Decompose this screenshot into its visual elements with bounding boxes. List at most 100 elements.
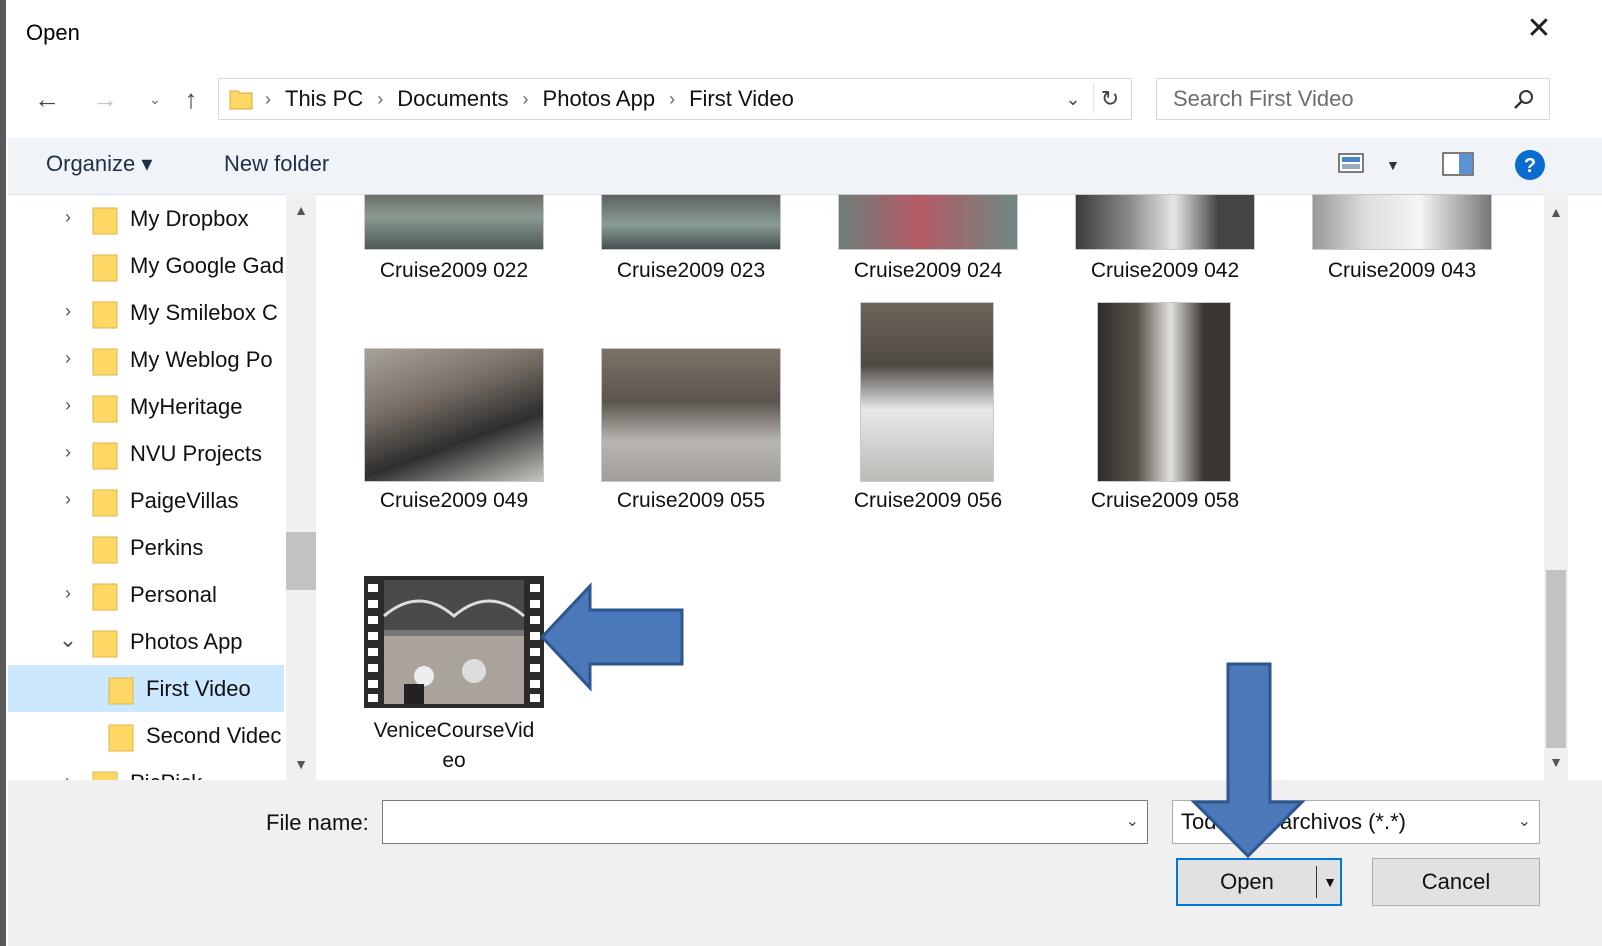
folder-icon <box>92 254 118 282</box>
breadcrumb-first-video[interactable]: First Video <box>689 86 794 112</box>
view-options-chevron-icon[interactable]: ▼ <box>1386 139 1400 191</box>
folder-icon <box>92 583 118 611</box>
open-button[interactable]: Open ▼ <box>1176 858 1342 906</box>
chevron-right-icon[interactable]: › <box>58 489 78 509</box>
command-bar: Organize ▾ New folder ▼ ? <box>8 138 1602 195</box>
file-name: Cruise2009 049 <box>379 489 529 512</box>
close-icon[interactable]: ✕ <box>1524 14 1554 44</box>
file-item-cruise2009-056[interactable]: Cruise2009 056 <box>828 302 1028 522</box>
sidebar-item-label: NVU Projects <box>130 441 263 466</box>
scroll-up-icon[interactable]: ▲ <box>286 198 316 222</box>
address-dropdown-icon[interactable]: ⌄ <box>1059 85 1087 113</box>
scroll-down-icon[interactable]: ▼ <box>286 752 316 776</box>
navigation-pane[interactable]: › My Dropbox My Google Gad › My Smilebox… <box>8 194 284 780</box>
file-item-cruise2009-055[interactable]: Cruise2009 055 <box>591 302 791 522</box>
scrollbar-thumb[interactable] <box>286 532 316 590</box>
breadcrumb-documents[interactable]: Documents <box>397 86 508 112</box>
sidebar-item-label: My Google Gad <box>130 253 284 278</box>
sidebar-item-personal[interactable]: › Personal <box>8 571 284 618</box>
chevron-right-icon[interactable]: › <box>58 207 78 227</box>
folder-icon <box>92 489 118 517</box>
chevron-right-icon[interactable]: › <box>58 301 78 321</box>
sidebar-item-label: My Weblog Po <box>130 347 273 372</box>
sidebar-item-label: MyHeritage <box>130 394 243 419</box>
photo-thumbnail <box>1075 194 1255 250</box>
sidebar-item-paigevillas[interactable]: › PaigeVillas <box>8 477 284 524</box>
cancel-button[interactable]: Cancel <box>1372 858 1540 906</box>
sidebar-item-perkins[interactable]: Perkins <box>8 524 284 571</box>
chevron-down-icon[interactable]: ⌄ <box>1126 811 1139 831</box>
file-item-cruise2009-043[interactable]: Cruise2009 043 <box>1302 194 1502 294</box>
sidebar-item-myheritage[interactable]: › MyHeritage <box>8 383 284 430</box>
sidebar-item-label: First Video <box>146 676 251 701</box>
chevron-right-icon[interactable]: › <box>58 395 78 415</box>
help-icon[interactable]: ? <box>1514 149 1546 181</box>
new-folder-button[interactable]: New folder <box>224 138 329 190</box>
scroll-down-icon[interactable]: ▼ <box>1544 750 1568 774</box>
video-thumbnail <box>364 576 544 708</box>
file-item-cruise2009-042[interactable]: Cruise2009 042 <box>1065 194 1265 294</box>
photo-thumbnail <box>601 348 781 482</box>
chevron-right-icon[interactable]: › <box>58 442 78 462</box>
change-view-icon[interactable] <box>1338 151 1366 175</box>
sidebar-item-my-smilebox[interactable]: › My Smilebox C <box>8 289 284 336</box>
chevron-down-icon[interactable]: ⌄ <box>140 82 170 116</box>
file-list[interactable]: Cruise2009 022 Cruise2009 023 Cruise2009… <box>318 194 1544 780</box>
sidebar-item-nvu-projects[interactable]: › NVU Projects <box>8 430 284 477</box>
refresh-icon[interactable]: ↻ <box>1093 85 1126 113</box>
sidebar-item-second-video[interactable]: Second Videc <box>8 712 284 759</box>
file-item-cruise2009-022[interactable]: Cruise2009 022 <box>354 194 554 294</box>
organize-button[interactable]: Organize ▾ <box>46 138 152 190</box>
breadcrumb-separator: › <box>522 88 529 109</box>
photo-thumbnail <box>1312 194 1492 250</box>
chevron-right-icon[interactable]: › <box>58 771 78 780</box>
photo-thumbnail <box>364 348 544 482</box>
up-arrow-icon[interactable]: ↑ <box>176 82 206 116</box>
scroll-up-icon[interactable]: ▲ <box>1544 200 1568 224</box>
photo-thumbnail <box>601 194 781 250</box>
content-scrollbar[interactable]: ▲ ▼ <box>1544 194 1568 780</box>
sidebar-item-picpick[interactable]: › PicPick <box>8 759 284 780</box>
file-item-cruise2009-024[interactable]: Cruise2009 024 <box>828 194 1028 294</box>
sidebar-item-label: PicPick <box>130 759 202 780</box>
chevron-right-icon[interactable]: › <box>58 583 78 603</box>
file-name-input[interactable]: ⌄ <box>382 800 1148 844</box>
sidebar-item-photos-app[interactable]: ⌄ Photos App <box>8 618 284 665</box>
address-bar[interactable]: › This PC › Documents › Photos App › Fir… <box>218 78 1132 120</box>
search-box[interactable]: Search First Video <box>1156 78 1550 120</box>
sidebar-scrollbar[interactable]: ▲ ▼ <box>286 194 316 780</box>
file-name: Cruise2009 024 <box>853 259 1003 282</box>
file-name-line2: eo <box>442 749 466 772</box>
chevron-down-icon[interactable]: ⌄ <box>1518 811 1531 831</box>
breadcrumb-separator: › <box>265 88 271 109</box>
sidebar-item-my-dropbox[interactable]: › My Dropbox <box>8 195 284 242</box>
sidebar-item-label: Personal <box>130 582 217 607</box>
annotation-arrow-down <box>1190 662 1306 859</box>
sidebar-item-label: My Smilebox C <box>130 300 278 325</box>
file-item-venicecoursevideo[interactable]: VeniceCourseVid eo <box>354 576 554 776</box>
file-item-cruise2009-058[interactable]: Cruise2009 058 <box>1065 302 1265 522</box>
sidebar-item-first-video[interactable]: First Video <box>8 665 284 712</box>
photo-thumbnail <box>860 302 994 482</box>
search-icon[interactable] <box>1513 88 1535 110</box>
chevron-right-icon[interactable]: › <box>58 348 78 368</box>
chevron-down-icon[interactable]: ⌄ <box>58 629 78 651</box>
sidebar-item-label: Photos App <box>130 629 243 654</box>
breadcrumb-this-pc[interactable]: This PC <box>285 86 363 112</box>
folder-icon <box>92 630 118 658</box>
annotation-arrow-left <box>539 582 684 692</box>
open-dropdown-icon[interactable]: ▼ <box>1320 860 1340 904</box>
breadcrumb-photos-app[interactable]: Photos App <box>543 86 656 112</box>
sidebar-item-my-google-gadgets[interactable]: My Google Gad <box>8 242 284 289</box>
dialog-title: Open <box>26 20 80 45</box>
file-item-cruise2009-049[interactable]: Cruise2009 049 <box>354 302 554 522</box>
file-item-cruise2009-023[interactable]: Cruise2009 023 <box>591 194 791 294</box>
sidebar-item-my-weblog-posts[interactable]: › My Weblog Po <box>8 336 284 383</box>
search-input[interactable]: Search First Video <box>1173 79 1354 119</box>
forward-arrow-icon[interactable]: → <box>90 82 120 116</box>
back-arrow-icon[interactable]: ← <box>32 82 62 116</box>
file-name: Cruise2009 058 <box>1090 489 1240 512</box>
scrollbar-thumb[interactable] <box>1546 570 1566 748</box>
folder-icon <box>108 724 134 752</box>
preview-pane-icon[interactable] <box>1442 151 1474 177</box>
